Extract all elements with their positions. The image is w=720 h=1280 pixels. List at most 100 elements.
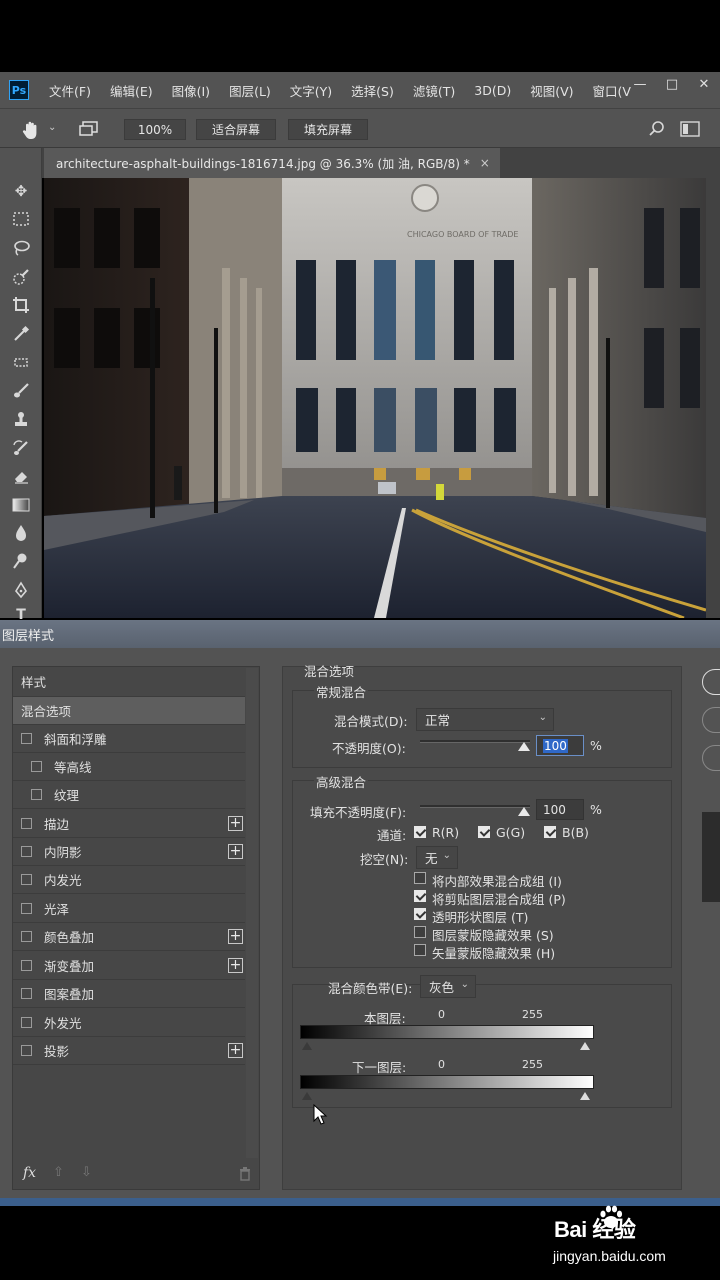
channel-b-checkbox[interactable] xyxy=(544,826,556,838)
fit-screen-button[interactable]: 适合屏幕 xyxy=(196,119,276,140)
fx-icon[interactable]: fx xyxy=(23,1165,36,1181)
menu-filter[interactable]: 滤镜(T) xyxy=(413,81,455,100)
style-item-satin[interactable]: 光泽 xyxy=(13,895,245,923)
add-drop-shadow-icon[interactable]: + xyxy=(228,1043,243,1058)
marquee-tool-icon[interactable] xyxy=(9,208,33,230)
style-checkbox[interactable] xyxy=(21,874,32,885)
blend-clipped-layers-checkbox[interactable] xyxy=(414,890,426,902)
style-item-pattern-overlay[interactable]: 图案叠加 xyxy=(13,980,245,1008)
pen-tool-icon[interactable] xyxy=(9,579,33,601)
style-item-color-overlay[interactable]: 颜色叠加 + xyxy=(13,923,245,951)
style-item-contour[interactable]: 等高线 xyxy=(13,753,245,781)
style-checkbox[interactable] xyxy=(21,988,32,999)
scroll-all-windows-icon[interactable] xyxy=(78,120,100,138)
opacity-slider[interactable] xyxy=(420,740,530,743)
hand-tool-icon[interactable] xyxy=(20,119,42,141)
underlying-layer-white-thumb[interactable] xyxy=(580,1092,590,1100)
channel-r-checkbox[interactable] xyxy=(414,826,426,838)
tab-close-icon[interactable]: × xyxy=(480,156,490,170)
style-checkbox[interactable] xyxy=(31,761,42,772)
style-checkbox[interactable] xyxy=(21,903,32,914)
dialog-titlebar[interactable] xyxy=(0,620,720,648)
clone-stamp-tool-icon[interactable] xyxy=(9,408,33,430)
menu-image[interactable]: 图像(I) xyxy=(172,81,210,100)
blend-mode-select[interactable]: 正常 ⌄ xyxy=(416,708,554,731)
style-checkbox[interactable] xyxy=(21,1045,32,1056)
brush-tool-icon[interactable] xyxy=(9,380,33,402)
style-checkbox[interactable] xyxy=(31,789,42,800)
fill-opacity-slider[interactable] xyxy=(420,805,530,808)
zoom-field[interactable]: 100% xyxy=(124,119,186,140)
window-controls: — □ ✕ xyxy=(624,72,720,96)
layer-mask-hides-effects-checkbox[interactable] xyxy=(414,926,426,938)
fill-screen-button[interactable]: 填充屏幕 xyxy=(288,119,368,140)
style-item-outer-glow[interactable]: 外发光 xyxy=(13,1009,245,1037)
opacity-slider-thumb[interactable] xyxy=(518,742,530,751)
style-item-inner-shadow[interactable]: 内阴影 + xyxy=(13,838,245,866)
gradient-tool-icon[interactable] xyxy=(9,494,33,516)
history-brush-tool-icon[interactable] xyxy=(9,437,33,459)
move-tool-icon[interactable]: ✥ xyxy=(9,180,33,202)
close-button[interactable]: ✕ xyxy=(688,72,720,96)
fill-opacity-slider-thumb[interactable] xyxy=(518,807,530,816)
lasso-tool-icon[interactable] xyxy=(9,237,33,259)
style-checkbox[interactable] xyxy=(21,931,32,942)
tool-preset-chevron-icon[interactable]: ⌄ xyxy=(48,122,56,133)
crop-tool-icon[interactable] xyxy=(9,294,33,316)
style-item-stroke[interactable]: 描边 + xyxy=(13,810,245,838)
eyedropper-tool-icon[interactable] xyxy=(9,323,33,345)
eraser-tool-icon[interactable] xyxy=(9,465,33,487)
document-canvas[interactable]: CHICAGO BOARD OF TRADE xyxy=(44,178,706,618)
underlying-layer-black-thumb[interactable] xyxy=(302,1092,312,1100)
style-item-blend-options[interactable]: 混合选项 xyxy=(13,697,245,725)
style-checkbox[interactable] xyxy=(21,818,32,829)
styles-header[interactable]: 样式 xyxy=(13,667,245,697)
style-checkbox[interactable] xyxy=(21,960,32,971)
menu-view[interactable]: 视图(V) xyxy=(530,81,573,100)
move-up-icon[interactable]: ⇧ xyxy=(53,1165,64,1180)
add-stroke-icon[interactable]: + xyxy=(228,816,243,831)
trash-icon[interactable] xyxy=(239,1167,251,1181)
minimize-button[interactable]: — xyxy=(624,72,656,96)
style-checkbox[interactable] xyxy=(21,846,32,857)
style-checkbox[interactable] xyxy=(21,1017,32,1028)
menu-layer[interactable]: 图层(L) xyxy=(229,81,271,100)
channel-g-checkbox[interactable] xyxy=(478,826,490,838)
document-tab[interactable]: architecture-asphalt-buildings-1816714.j… xyxy=(44,148,500,178)
style-item-gradient-overlay[interactable]: 渐变叠加 + xyxy=(13,952,245,980)
menu-file[interactable]: 文件(F) xyxy=(49,81,91,100)
this-layer-black-thumb[interactable] xyxy=(302,1042,312,1050)
style-item-label: 斜面和浮雕 xyxy=(44,732,107,747)
style-item-texture[interactable]: 纹理 xyxy=(13,781,245,809)
add-inner-shadow-icon[interactable]: + xyxy=(228,844,243,859)
quick-selection-tool-icon[interactable] xyxy=(9,266,33,288)
canvas-scroll-area xyxy=(706,178,720,618)
search-icon[interactable] xyxy=(648,120,666,138)
add-gradient-overlay-icon[interactable]: + xyxy=(228,958,243,973)
add-color-overlay-icon[interactable]: + xyxy=(228,929,243,944)
transparency-shapes-layer-checkbox[interactable] xyxy=(414,908,426,920)
chevron-down-icon: ⌄ xyxy=(538,712,547,723)
menu-type[interactable]: 文字(Y) xyxy=(290,81,332,100)
blend-if-select[interactable]: 灰色 ⌄ xyxy=(420,975,476,998)
knockout-select[interactable]: 无 ⌄ xyxy=(416,846,458,869)
menu-3d[interactable]: 3D(D) xyxy=(474,83,511,98)
opacity-field[interactable]: 100 xyxy=(536,735,584,756)
style-item-bevel-emboss[interactable]: 斜面和浮雕 xyxy=(13,725,245,753)
styles-list-scrollbar[interactable] xyxy=(246,668,258,1158)
style-item-inner-glow[interactable]: 内发光 xyxy=(13,866,245,894)
blur-tool-icon[interactable] xyxy=(9,522,33,544)
style-checkbox[interactable] xyxy=(21,733,32,744)
vector-mask-hides-effects-checkbox[interactable] xyxy=(414,944,426,956)
dodge-tool-icon[interactable] xyxy=(9,550,33,572)
this-layer-white-thumb[interactable] xyxy=(580,1042,590,1050)
menu-select[interactable]: 选择(S) xyxy=(351,81,394,100)
fill-opacity-field[interactable]: 100 xyxy=(536,799,584,820)
menu-edit[interactable]: 编辑(E) xyxy=(110,81,153,100)
workspace-icon[interactable] xyxy=(680,121,700,137)
healing-brush-tool-icon[interactable] xyxy=(9,351,33,373)
style-item-drop-shadow[interactable]: 投影 + xyxy=(13,1037,245,1065)
restore-button[interactable]: □ xyxy=(656,72,688,96)
move-down-icon[interactable]: ⇩ xyxy=(81,1165,92,1180)
blend-interior-effects-checkbox[interactable] xyxy=(414,872,426,884)
